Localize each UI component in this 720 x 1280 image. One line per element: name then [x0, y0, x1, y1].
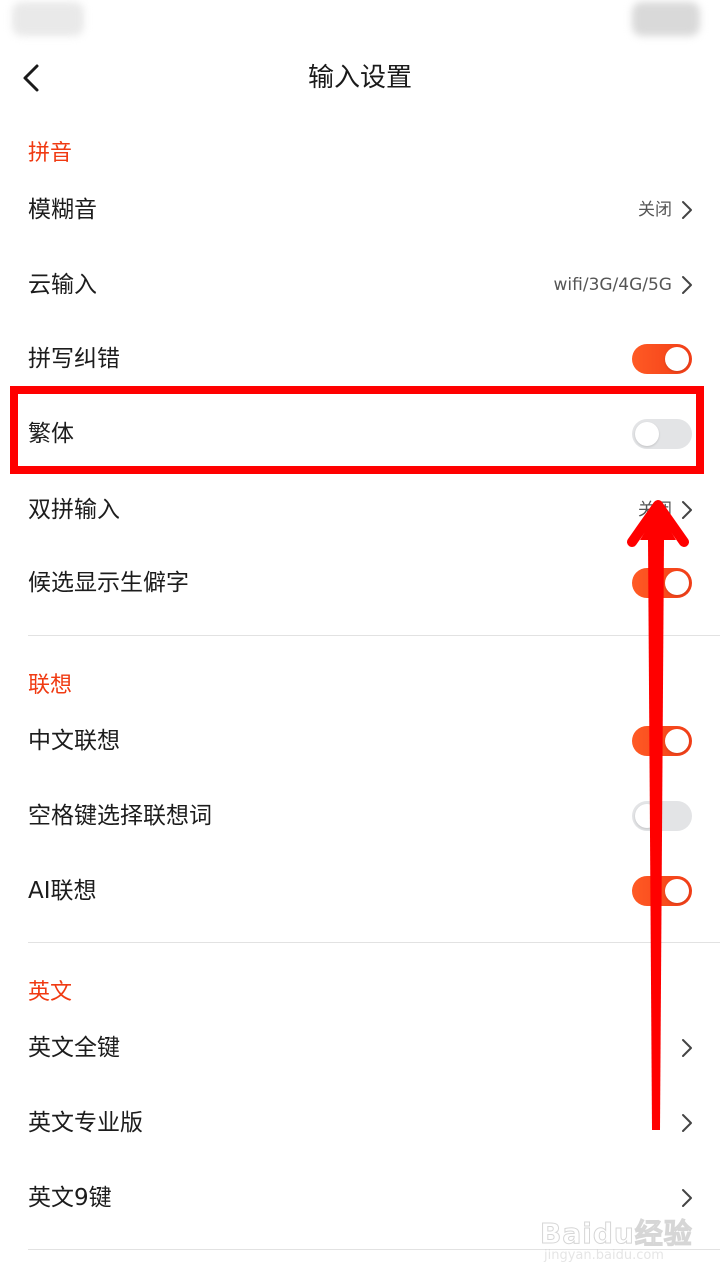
row-value: wifi/3G/4G/5G [553, 275, 673, 295]
toggle-knob [665, 879, 689, 903]
setting-row-traditional: 繁体 [0, 404, 720, 464]
row-value: 关闭 [638, 500, 672, 520]
setting-row-english-9-key[interactable]: 英文9键 [0, 1168, 720, 1228]
setting-row-english-pro[interactable]: 英文专业版 [0, 1093, 720, 1153]
row-label: 英文9键 [28, 1185, 112, 1211]
chevron-right-icon [680, 274, 694, 296]
setting-row-cloud-input[interactable]: 云输入 wifi/3G/4G/5G [0, 255, 720, 315]
row-label: 模糊音 [28, 197, 97, 223]
section-divider [28, 635, 720, 636]
toggle-space-select-association[interactable] [632, 801, 692, 831]
setting-row-spell-correction: 拼写纠错 [0, 329, 720, 389]
row-label: 繁体 [28, 421, 74, 447]
page-title: 输入设置 [307, 63, 412, 93]
section-divider [28, 942, 720, 943]
row-value: 关闭 [638, 200, 672, 220]
toggle-knob [665, 729, 689, 753]
toggle-knob [635, 804, 659, 828]
row-label: 英文专业版 [28, 1110, 143, 1136]
toggle-rare-characters[interactable] [632, 568, 692, 598]
setting-row-double-pinyin[interactable]: 双拼输入 关闭 [0, 480, 720, 540]
chevron-right-icon [680, 199, 694, 221]
setting-row-rare-characters: 候选显示生僻字 [0, 553, 720, 613]
toggle-knob [665, 571, 689, 595]
toggle-knob [635, 422, 659, 446]
chevron-right-icon [680, 1112, 694, 1134]
row-label: 中文联想 [28, 728, 120, 754]
toggle-ai-association[interactable] [632, 876, 692, 906]
row-label: 拼写纠错 [28, 346, 120, 372]
toggle-knob [665, 347, 689, 371]
row-label: 双拼输入 [28, 497, 120, 523]
setting-row-space-select-association: 空格键选择联想词 [0, 786, 720, 846]
app-header: 输入设置 [0, 40, 720, 118]
setting-row-fuzzy-pinyin[interactable]: 模糊音 关闭 [0, 180, 720, 240]
section-title-pinyin: 拼音 [28, 141, 73, 166]
setting-row-english-full-keyboard[interactable]: 英文全键 [0, 1018, 720, 1078]
row-label: AI联想 [28, 878, 97, 904]
chevron-right-icon [680, 1187, 694, 1209]
toggle-traditional[interactable] [632, 419, 692, 449]
toggle-spell-correction[interactable] [632, 344, 692, 374]
toggle-chinese-association[interactable] [632, 726, 692, 756]
setting-row-ai-association: AI联想 [0, 861, 720, 921]
watermark-url: jingyan.baidu.com [544, 1248, 664, 1263]
section-divider [28, 1249, 720, 1250]
section-title-association: 联想 [28, 673, 73, 698]
blurred-status-left [12, 2, 84, 36]
section-title-english: 英文 [28, 980, 73, 1005]
row-label: 英文全键 [28, 1035, 120, 1061]
chevron-right-icon [680, 499, 694, 521]
setting-row-chinese-association: 中文联想 [0, 711, 720, 771]
blurred-status-right [632, 2, 700, 36]
row-label: 空格键选择联想词 [28, 803, 212, 829]
chevron-right-icon [680, 1037, 694, 1059]
status-bar [0, 0, 720, 40]
row-label: 云输入 [28, 272, 97, 298]
row-label: 候选显示生僻字 [28, 570, 189, 596]
